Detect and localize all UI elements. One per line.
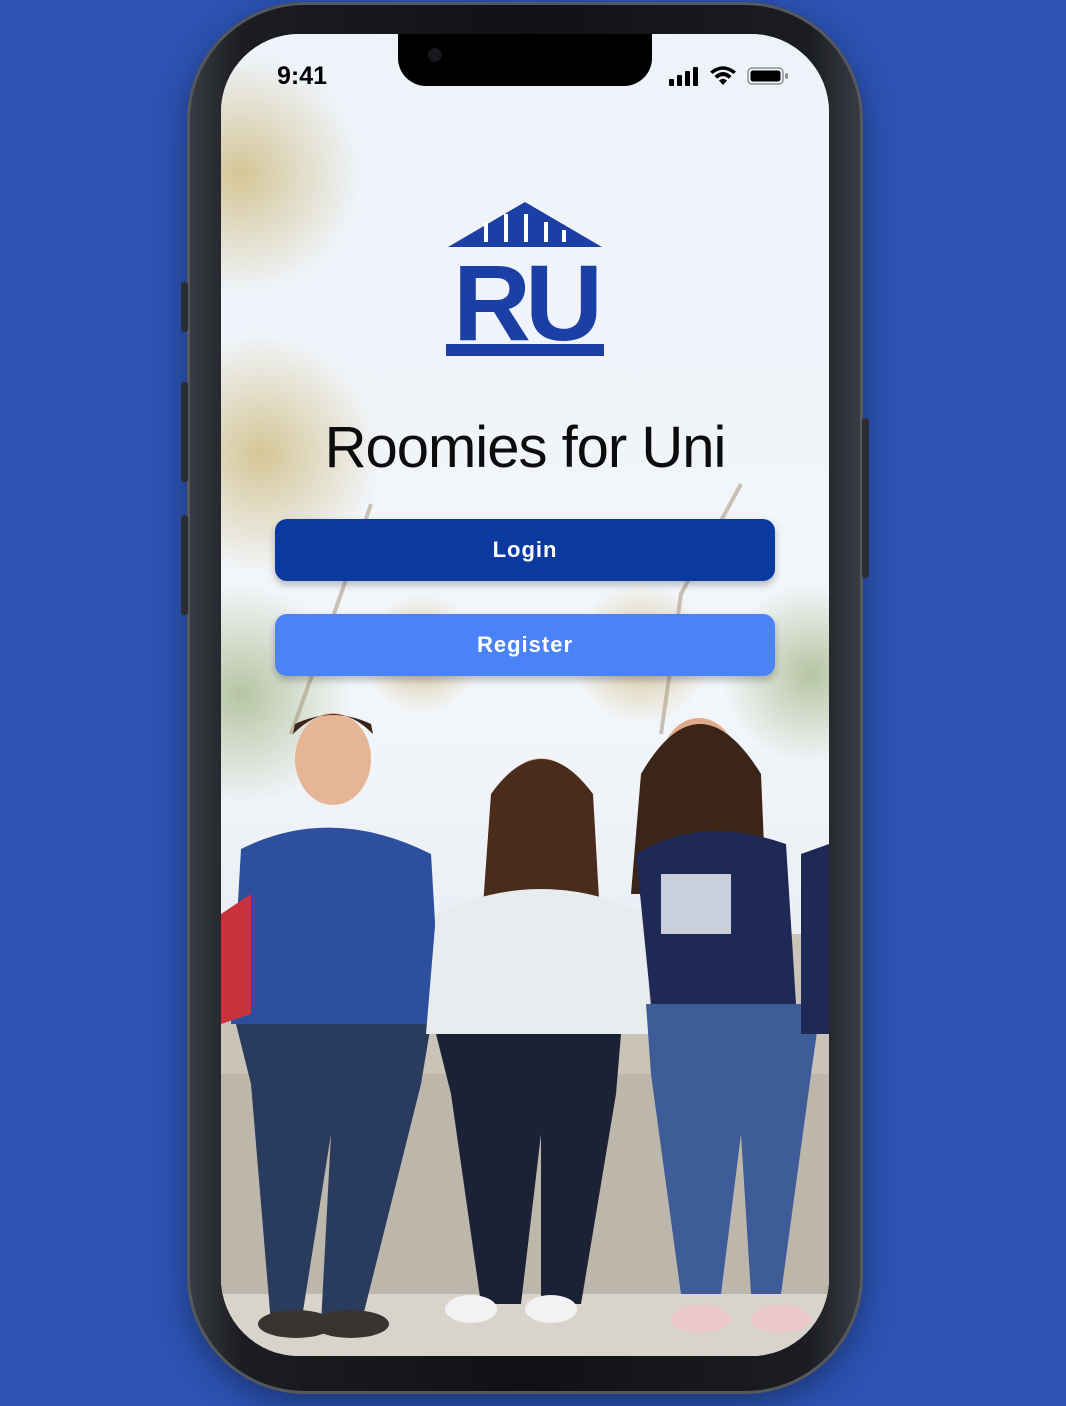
register-button[interactable]: Register: [275, 614, 775, 676]
login-button-label: Login: [492, 537, 558, 562]
university-building-logo: RU: [446, 202, 604, 358]
app-title: Roomies for Uni: [324, 415, 727, 480]
app-screen: 9:41 RU Roomies for Uni Login Register: [221, 34, 829, 1356]
cellular-signal-icon: [669, 67, 698, 86]
volume-up-button: [181, 382, 188, 482]
volume-down-button: [181, 515, 188, 615]
status-icons: [669, 66, 789, 86]
power-button: [862, 418, 869, 578]
logo-text: RU: [453, 242, 597, 358]
front-camera: [428, 48, 442, 62]
register-button-label: Register: [476, 632, 574, 657]
login-button[interactable]: Login: [275, 519, 775, 581]
wifi-icon: [710, 66, 736, 85]
battery-icon: [747, 67, 788, 85]
silent-switch: [181, 282, 188, 332]
notch: [398, 34, 652, 86]
status-time: 9:41: [277, 62, 328, 90]
